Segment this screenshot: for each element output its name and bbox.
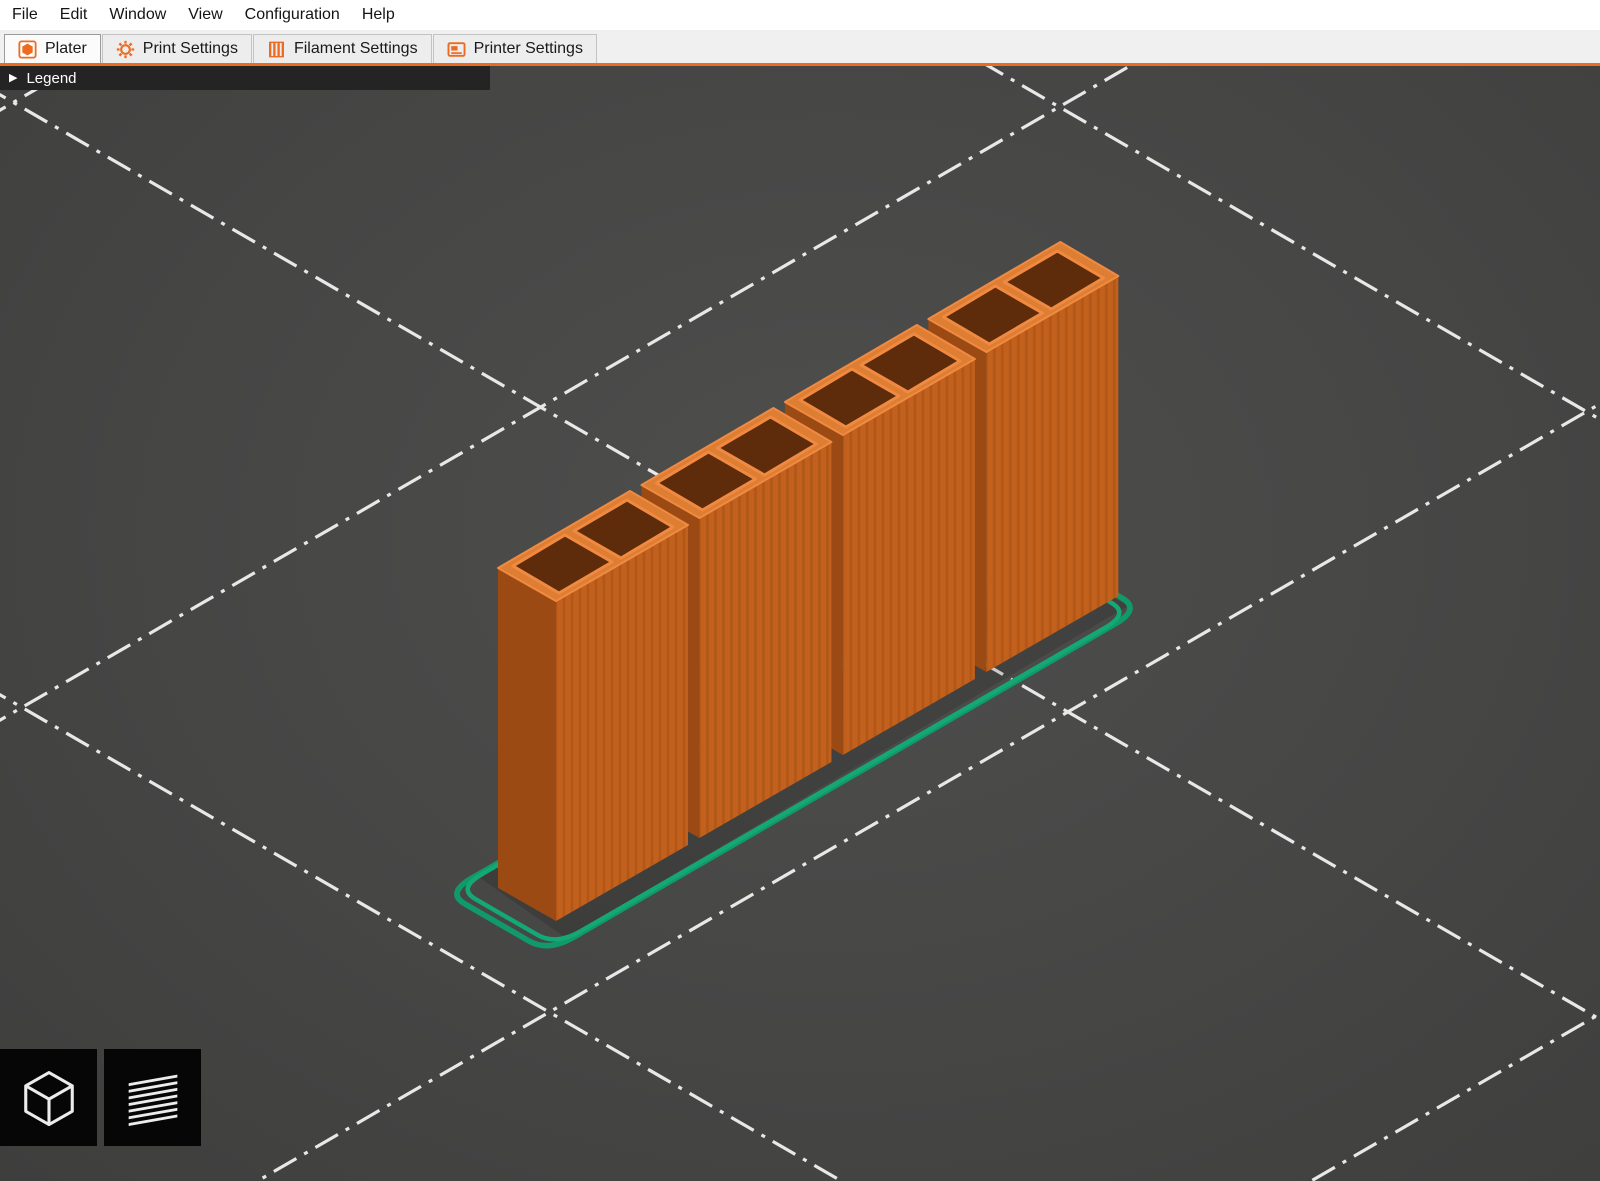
menu-file[interactable]: File — [1, 2, 49, 28]
view-layers-button[interactable] — [104, 1049, 201, 1146]
tab-print-settings-label: Print Settings — [143, 40, 238, 58]
gcode-model — [498, 242, 1118, 921]
settings-tab-bar: Plater Print Settings Filament Settings — [0, 30, 1600, 66]
tab-printer-settings-label: Printer Settings — [474, 40, 583, 58]
tab-filament-settings[interactable]: Filament Settings — [253, 34, 432, 63]
plater-3d-viewport[interactable]: ▶ Legend — [0, 66, 1600, 1181]
menu-configuration[interactable]: Configuration — [234, 2, 351, 28]
gcode-preview-scene — [0, 66, 1600, 1181]
tab-printer-settings[interactable]: Printer Settings — [433, 34, 597, 63]
menu-help[interactable]: Help — [351, 2, 406, 28]
tab-print-settings[interactable]: Print Settings — [102, 34, 252, 63]
filament-spool-icon — [267, 40, 286, 59]
plater-icon — [18, 40, 37, 59]
tab-filament-settings-label: Filament Settings — [294, 40, 418, 58]
legend-bar[interactable]: ▶ Legend — [0, 66, 490, 90]
menu-bar: File Edit Window View Configuration Help — [0, 0, 1600, 30]
expand-triangle-icon: ▶ — [9, 73, 17, 84]
menu-window[interactable]: Window — [98, 2, 177, 28]
cube-3d-icon — [18, 1067, 80, 1129]
slicer-window: File Edit Window View Configuration Help… — [0, 0, 1600, 1181]
legend-label: Legend — [26, 70, 76, 87]
gear-icon — [116, 40, 135, 59]
menu-edit[interactable]: Edit — [49, 2, 99, 28]
view-3d-button[interactable] — [0, 1049, 97, 1146]
tab-plater[interactable]: Plater — [4, 34, 101, 63]
tab-plater-label: Plater — [45, 40, 87, 58]
menu-view[interactable]: View — [177, 2, 233, 28]
view-mode-toolbar — [0, 1049, 201, 1146]
printer-icon — [447, 40, 466, 59]
layers-stack-icon — [122, 1067, 184, 1129]
